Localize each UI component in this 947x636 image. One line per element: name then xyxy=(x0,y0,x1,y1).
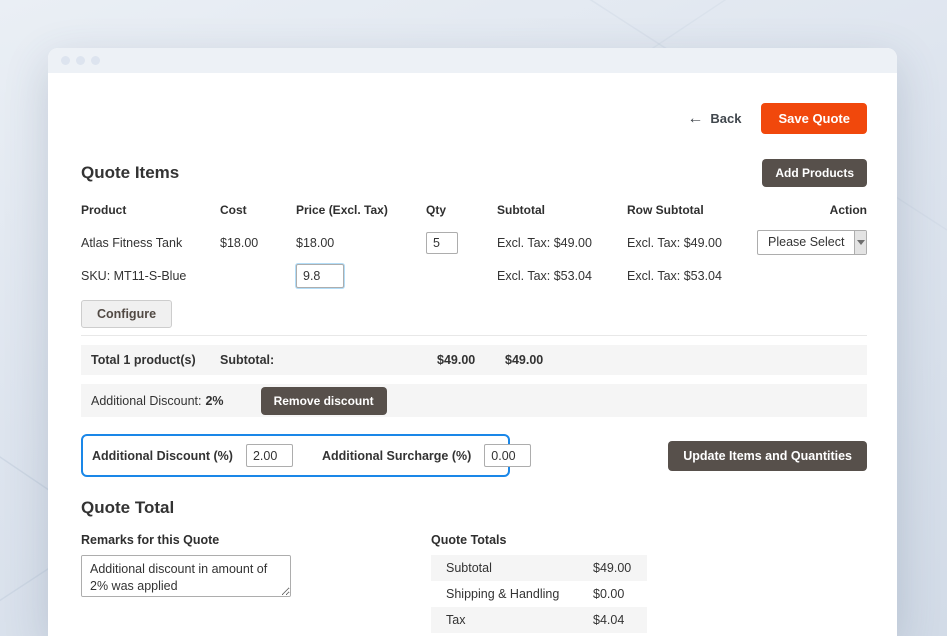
window-control-dot xyxy=(76,56,85,65)
chevron-down-icon xyxy=(854,231,866,254)
page-background: { "header": { "back_label": "Back", "sav… xyxy=(0,0,947,636)
subtotal-excl-tax-2: Excl. Tax: $53.04 xyxy=(497,269,627,283)
product-cost: $18.00 xyxy=(220,236,296,250)
quote-total-title: Quote Total xyxy=(81,498,867,518)
quote-total-columns: Remarks for this Quote Additional discou… xyxy=(81,533,867,636)
back-button[interactable]: ← Back xyxy=(687,111,741,127)
configure-button[interactable]: Configure xyxy=(81,300,172,328)
back-arrow-icon: ← xyxy=(687,111,703,127)
window-titlebar xyxy=(48,48,897,73)
app-window: ← Back Save Quote Quote Items Add Produc… xyxy=(48,48,897,636)
row-subtotal-excl-tax: Excl. Tax: $49.00 xyxy=(627,236,757,250)
totals-row-shipping: Shipping & Handling $0.00 xyxy=(431,581,647,607)
window-control-dot xyxy=(91,56,100,65)
totals-row-tax: Tax $4.04 xyxy=(431,607,647,633)
item-row: Atlas Fitness Tank $18.00 $18.00 Excl. T… xyxy=(81,230,867,328)
subtotal-value-2: $49.00 xyxy=(497,353,867,367)
additional-surcharge-label: Additional Surcharge (%) xyxy=(322,449,471,463)
column-header-row-subtotal: Row Subtotal xyxy=(627,203,757,217)
quote-totals-title: Quote Totals xyxy=(431,533,647,547)
update-items-button[interactable]: Update Items and Quantities xyxy=(668,441,867,471)
product-price: $18.00 xyxy=(296,236,426,250)
remove-discount-button[interactable]: Remove discount xyxy=(261,387,387,415)
divider xyxy=(81,335,867,336)
qty-input[interactable] xyxy=(426,232,458,254)
column-header-action: Action xyxy=(757,203,867,217)
total-products-label: Total 1 product(s) xyxy=(81,353,220,367)
quote-items-title: Quote Items xyxy=(81,163,179,183)
top-action-bar: ← Back Save Quote xyxy=(81,103,867,134)
save-quote-button[interactable]: Save Quote xyxy=(761,103,867,134)
column-header-subtotal: Subtotal xyxy=(497,203,627,217)
remarks-label: Remarks for this Quote xyxy=(81,533,291,547)
subtotal-label: Subtotal: xyxy=(220,353,426,367)
remarks-textarea[interactable]: Additional discount in amount of 2% was … xyxy=(81,555,291,597)
quote-items-header: Quote Items Add Products xyxy=(81,159,867,187)
custom-price-input[interactable] xyxy=(296,264,344,288)
product-sku: SKU: MT11-S-Blue xyxy=(81,269,220,283)
window-control-dot xyxy=(61,56,70,65)
items-table-header: Product Cost Price (Excl. Tax) Qty Subto… xyxy=(81,203,867,217)
row-subtotal-excl-tax-2: Excl. Tax: $53.04 xyxy=(627,269,757,283)
product-name: Atlas Fitness Tank xyxy=(81,236,220,250)
additional-discount-input[interactable] xyxy=(246,444,293,467)
action-select-value: Please Select xyxy=(758,231,854,254)
column-header-price: Price (Excl. Tax) xyxy=(296,203,426,217)
applied-discount-value: 2% xyxy=(205,394,223,408)
subtotal-excl-tax: Excl. Tax: $49.00 xyxy=(497,236,627,250)
items-totals-bar: Total 1 product(s) Subtotal: $49.00 $49.… xyxy=(81,345,867,375)
column-header-cost: Cost xyxy=(220,203,296,217)
subtotal-value-1: $49.00 xyxy=(426,353,497,367)
action-select[interactable]: Please Select xyxy=(757,230,867,255)
applied-discount-label: Additional Discount: xyxy=(91,394,201,408)
back-label: Back xyxy=(710,111,741,126)
quote-totals-section: Quote Totals Subtotal $49.00 Shipping & … xyxy=(431,533,647,636)
column-header-product: Product xyxy=(81,203,220,217)
totals-row-subtotal: Subtotal $49.00 xyxy=(431,555,647,581)
add-products-button[interactable]: Add Products xyxy=(762,159,867,187)
applied-discount-bar: Additional Discount: 2% Remove discount xyxy=(81,384,867,417)
additional-discount-label: Additional Discount (%) xyxy=(92,449,233,463)
discount-panel-row: Additional Discount (%) Additional Surch… xyxy=(81,434,867,477)
remarks-section: Remarks for this Quote Additional discou… xyxy=(81,533,291,636)
column-header-qty: Qty xyxy=(426,203,497,217)
page-content: ← Back Save Quote Quote Items Add Produc… xyxy=(48,73,897,636)
discount-surcharge-panel: Additional Discount (%) Additional Surch… xyxy=(81,434,510,477)
additional-surcharge-input[interactable] xyxy=(484,444,531,467)
